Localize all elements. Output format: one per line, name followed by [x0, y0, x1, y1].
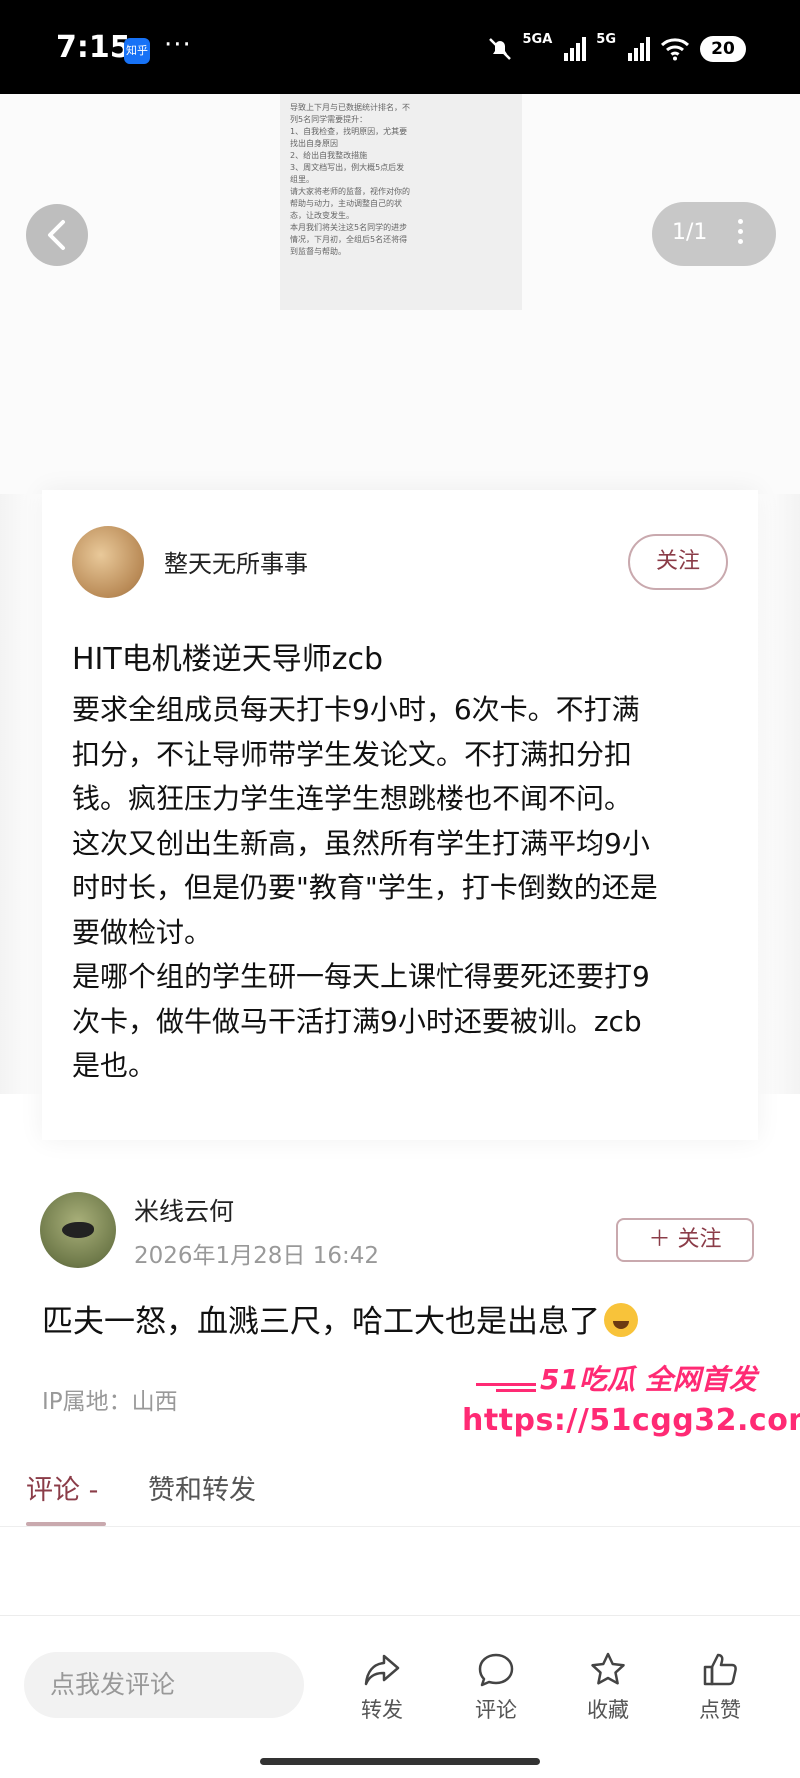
post-line: 时时长，但是仍要"教育"学生，打卡倒数的还是: [72, 871, 658, 904]
document-line: 列5名同学需要提升：: [290, 115, 368, 124]
status-time: 7:15: [56, 30, 131, 65]
wifi-icon: [660, 38, 690, 61]
image-viewer: 导致上下月与已数据统计排名，不 列5名同学需要提升： 1、自我检查，找明原因，尤其要…: [0, 94, 800, 494]
document-line: 本月我们将关注这5名同学的进步: [290, 223, 408, 232]
divider: [0, 1526, 800, 1527]
zhihu-app-icon: 知乎: [124, 38, 150, 64]
author-name[interactable]: 整天无所事事: [164, 544, 308, 579]
back-button[interactable]: [26, 204, 88, 266]
post-line: 是哪个组的学生研一每天上课忙得要死还要打9: [72, 960, 650, 993]
mute-icon: [488, 38, 511, 60]
page-count: 1/1: [672, 220, 708, 245]
signal-icon: [564, 37, 587, 61]
post-line: 是也。: [72, 1049, 157, 1082]
comment-text-content: 匹夫一怒，血溅三尺，哈工大也是出息了: [42, 1304, 600, 1340]
watermark-title: 51吃瓜 全网首发: [540, 1363, 757, 1396]
comment-text: 匹夫一怒，血溅三尺，哈工大也是出息了: [42, 1296, 638, 1341]
document-line: 情况，下月初，全组后5名还将得: [290, 235, 408, 244]
post-line: 要做检讨。: [72, 915, 213, 949]
post-line: 这次又创出生新高，虽然所有学生打满平均9小: [72, 826, 650, 860]
post-line: 次卡，做牛做马干活打满9小时还要被训。zcb: [72, 1004, 642, 1038]
chevron-left-icon: [48, 220, 65, 250]
comment-button[interactable]: 评论: [456, 1650, 536, 1724]
commenter-avatar[interactable]: [40, 1192, 116, 1268]
document-line: 3、周文档写出，例大概5点后发: [290, 163, 405, 172]
document-line: 组里。: [290, 175, 314, 184]
comment-timestamp: 2026年1月28日 16:42: [134, 1243, 380, 1269]
document-line: 导致上下月与已数据统计排名，不: [290, 103, 410, 112]
page-indicator[interactable]: 1/1: [652, 202, 776, 266]
document-line: 到监督与帮助。: [290, 247, 346, 256]
document-line: 态，让改变发生。: [290, 211, 354, 220]
like-button[interactable]: 点赞: [680, 1650, 760, 1724]
repost-label: 转发: [361, 1698, 403, 1722]
more-options-icon[interactable]: [736, 216, 744, 252]
ip-location: IP属地：山西: [42, 1389, 178, 1415]
document-line: 2、给出自我整改措施: [290, 151, 368, 160]
home-indicator[interactable]: [260, 1758, 540, 1765]
favorite-label: 收藏: [587, 1698, 629, 1722]
post-body: 要求全组成员每天打卡9小时，6次卡。不打满 扣分，不让导师带学生发论文。不打满扣…: [72, 688, 732, 1089]
document-line: 1、自我检查，找明原因，尤其要: [290, 127, 408, 136]
bottom-bar-divider: [0, 1615, 800, 1616]
repost-button[interactable]: 转发: [342, 1650, 422, 1724]
follow-author-button[interactable]: 关注: [628, 534, 728, 590]
document-line: 请大家将老师的监督，视作对你的: [290, 187, 410, 196]
card-shadow-right: [756, 494, 800, 1094]
tab-likes-reposts[interactable]: 赞和转发: [148, 1468, 256, 1507]
status-bar: 7:15 知乎 ··· 5GA 5G 20: [0, 0, 800, 94]
status-icons: 5GA 5G 20: [487, 32, 746, 66]
signal-icon: [628, 37, 650, 61]
commenter-name[interactable]: 米线云何: [134, 1192, 234, 1228]
laughing-emoji-icon: [604, 1303, 638, 1337]
document-image: 导致上下月与已数据统计排名，不 列5名同学需要提升： 1、自我检查，找明原因，尤其要…: [280, 94, 522, 310]
card-shadow-left: [0, 494, 44, 1094]
document-line: 找出自身原因: [290, 139, 338, 148]
favorite-button[interactable]: 收藏: [568, 1650, 648, 1724]
watermark-url: https://51cgg32.com: [462, 1403, 800, 1438]
watermark-speed-lines: [456, 1380, 536, 1400]
follow-commenter-button[interactable]: ＋ 关注: [616, 1218, 754, 1262]
post-line: 要求全组成员每天打卡9小时，6次卡。不打满: [72, 693, 640, 726]
author-avatar[interactable]: [72, 526, 144, 598]
more-notifications-icon: ···: [164, 30, 192, 60]
comment-bubble-icon: [478, 1653, 514, 1687]
tab-comments[interactable]: 评论 -: [26, 1468, 98, 1507]
sim1-label: 5GA: [522, 32, 553, 47]
post-line: 钱。疯狂压力学生连学生想跳楼也不闻不问。: [72, 782, 633, 815]
post-title: HIT电机楼逆天导师zcb: [72, 642, 384, 677]
comment-label: 评论: [475, 1698, 517, 1722]
star-icon: [591, 1652, 625, 1685]
thumbs-up-icon: [703, 1653, 737, 1686]
document-line: 帮助与动力，主动调整自己的状: [290, 199, 402, 208]
post-line: 扣分，不让导师带学生发论文。不打满扣分扣: [72, 737, 633, 771]
sim2-label: 5G: [596, 32, 616, 47]
like-label: 点赞: [699, 1698, 741, 1722]
share-arrow-icon: [364, 1654, 400, 1686]
battery-icon: 20: [700, 36, 746, 62]
comment-input[interactable]: 点我发评论: [24, 1652, 304, 1718]
